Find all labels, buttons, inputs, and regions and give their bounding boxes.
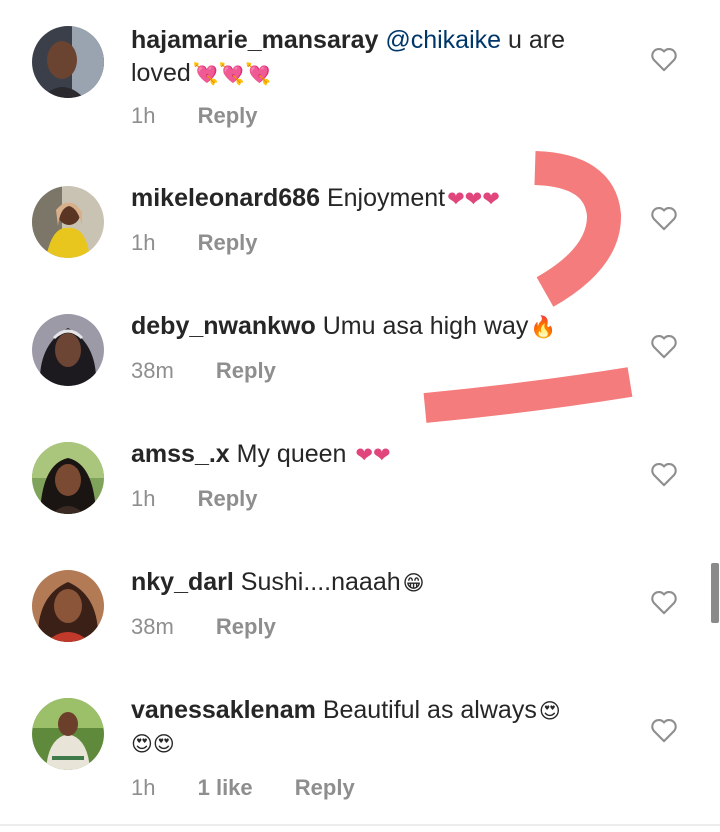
comment-text: amss_.x My queen ❤❤ (131, 438, 621, 471)
avatar[interactable] (32, 314, 104, 386)
likes-count[interactable]: 1 like (198, 775, 253, 800)
like-button[interactable] (650, 717, 678, 743)
heart-outline-icon (651, 463, 677, 487)
comment-body: Umu asa high way (322, 312, 529, 340)
comment-username[interactable]: amss_.x (131, 440, 230, 468)
timestamp: 1h (131, 103, 156, 128)
timestamp: 1h (131, 486, 156, 511)
comment-username[interactable]: hajamarie_mansaray (131, 26, 378, 54)
comment-body: Sushi....naaah (240, 568, 401, 596)
comment-meta: 38m Reply (131, 614, 312, 640)
emoji-text: ❤❤❤ (447, 187, 500, 211)
comment-meta: 1h 1 like Reply (131, 775, 391, 801)
emoji-text: 😍 (538, 699, 561, 723)
comment-meta: 1h Reply (131, 103, 294, 129)
avatar[interactable] (32, 698, 104, 770)
heart-outline-icon (651, 591, 677, 615)
avatar[interactable] (32, 26, 104, 98)
emoji-text: 😍😍 (131, 732, 175, 756)
mention-link[interactable]: @chikaike (385, 26, 501, 54)
timestamp: 1h (131, 230, 156, 255)
comment-meta: 38m Reply (131, 358, 312, 384)
reply-button[interactable]: Reply (198, 103, 258, 128)
heart-outline-icon (651, 207, 677, 231)
comment-meta: 1h Reply (131, 230, 294, 256)
like-button[interactable] (650, 461, 678, 487)
reply-button[interactable]: Reply (295, 775, 355, 800)
comment-body: My queen (236, 440, 347, 468)
heart-outline-icon (651, 335, 677, 359)
like-button[interactable] (650, 589, 678, 615)
avatar[interactable] (32, 570, 104, 642)
comment-username[interactable]: nky_darl (131, 568, 234, 596)
comment-body: Enjoyment (326, 184, 446, 212)
avatar[interactable] (32, 442, 104, 514)
timestamp: 1h (131, 775, 156, 800)
divider (0, 824, 720, 826)
avatar[interactable] (32, 186, 104, 258)
heart-outline-icon (651, 719, 677, 743)
like-button[interactable] (650, 333, 678, 359)
reply-button[interactable]: Reply (198, 230, 258, 255)
comment-text: hajamarie_mansaray @chikaike u are loved… (131, 24, 621, 90)
timestamp: 38m (131, 614, 174, 639)
emoji-text: 😁 (402, 571, 425, 595)
like-button[interactable] (650, 205, 678, 231)
scrollbar[interactable] (711, 563, 719, 623)
comment-body: Beautiful as always (322, 696, 537, 724)
comment-text: mikeleonard686 Enjoyment❤❤❤ (131, 182, 621, 215)
reply-button[interactable]: Reply (216, 614, 276, 639)
timestamp: 38m (131, 358, 174, 383)
like-button[interactable] (650, 46, 678, 72)
heart-outline-icon (651, 48, 677, 72)
comment-username[interactable]: vanessaklenam (131, 696, 316, 724)
comment-username[interactable]: mikeleonard686 (131, 184, 320, 212)
emoji-text: ❤❤ (355, 443, 391, 467)
comment-text: nky_darl Sushi....naaah😁 (131, 566, 621, 599)
comment-text: deby_nwankwo Umu asa high way🔥 (131, 310, 621, 343)
emoji-text: 💘💘💘 (192, 62, 272, 86)
reply-button[interactable]: Reply (198, 486, 258, 511)
emoji-text: 🔥 (530, 315, 557, 339)
comment-meta: 1h Reply (131, 486, 294, 512)
comment-text: vanessaklenam Beautiful as always😍 😍😍 (131, 694, 621, 760)
reply-button[interactable]: Reply (216, 358, 276, 383)
comment-username[interactable]: deby_nwankwo (131, 312, 316, 340)
